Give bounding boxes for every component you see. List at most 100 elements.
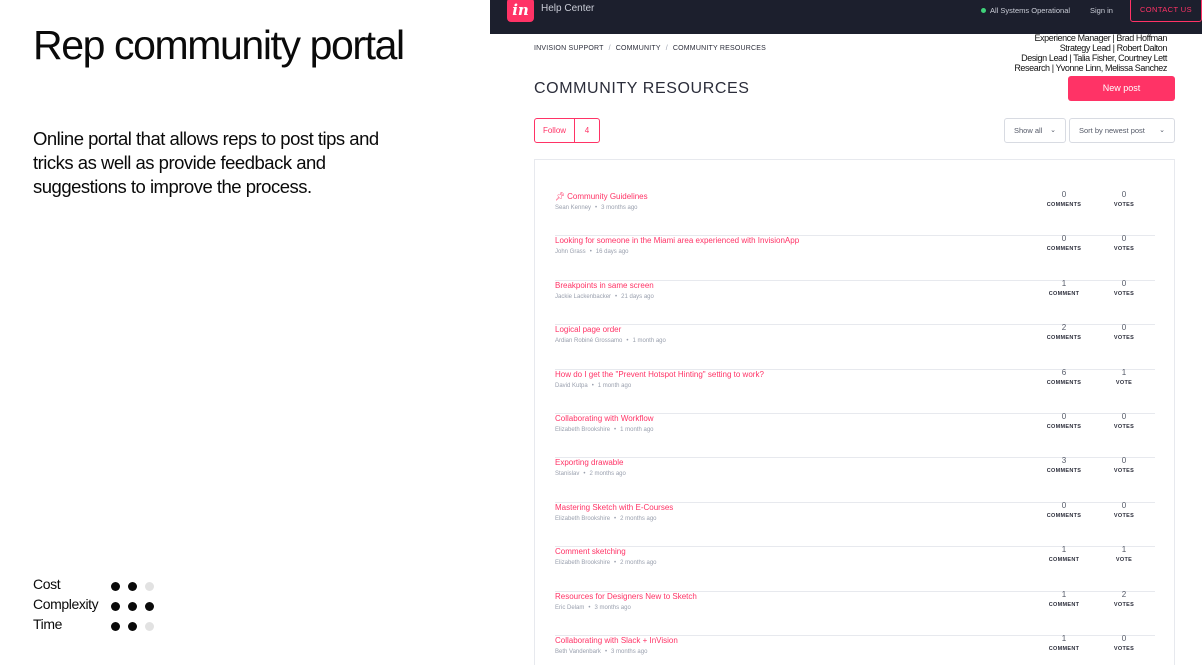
post-time: 3 months ago xyxy=(601,205,638,211)
post-title-link[interactable]: Looking for someone in the Miami area ex… xyxy=(555,236,799,245)
show-filter-value: Show all xyxy=(1014,126,1043,135)
sort-select[interactable]: Sort by newest post ⌄ xyxy=(1069,118,1175,143)
vote-count-value: 0 xyxy=(1121,500,1127,510)
post-time: 2 months ago xyxy=(620,560,657,567)
post-title-link[interactable]: Exporting drawable xyxy=(555,458,623,467)
meta-separator: • xyxy=(591,382,594,389)
comment-count-label: COMMENTS xyxy=(1046,335,1082,342)
vote-count: 0 VOTES xyxy=(1099,456,1149,474)
vote-count-label: VOTES xyxy=(1113,202,1135,208)
post-title: Looking for someone in the Miami area ex… xyxy=(555,236,800,246)
follow-button[interactable]: Follow 4 xyxy=(534,118,600,143)
vote-count: 0 VOTES xyxy=(1099,323,1149,341)
vote-count: 0 VOTES xyxy=(1099,279,1149,297)
credit-line: Design Lead | Talia Fisher, Courtney Let… xyxy=(1021,53,1167,63)
post-title-link[interactable]: Comment sketching xyxy=(555,547,626,556)
post-row[interactable]: Looking for someone in the Miami area ex… xyxy=(555,234,1155,281)
new-post-button[interactable]: New post xyxy=(1068,76,1175,101)
system-status[interactable]: All Systems Operational xyxy=(981,6,1070,15)
project-metrics: Cost Complexity Time xyxy=(33,574,154,634)
post-author[interactable]: Beth Vandenbark xyxy=(555,649,601,655)
post-title: Breakpoints in same screen xyxy=(555,280,654,290)
post-title-link[interactable]: Collaborating with Slack + InVision xyxy=(555,636,678,645)
post-time: 1 month ago xyxy=(632,338,666,345)
post-author[interactable]: Jackie Lackenbacker xyxy=(555,294,611,300)
vote-count: 0 VOTES xyxy=(1099,234,1149,252)
post-meta: Elizabeth Brookshire • 2 months ago xyxy=(555,560,657,566)
show-filter-select[interactable]: Show all ⌄ xyxy=(1004,118,1066,143)
post-title-link[interactable]: 📌︎ Community Guidelines xyxy=(555,192,648,201)
vote-count-label: VOTE xyxy=(1115,557,1133,564)
post-author[interactable]: Sean Kenney xyxy=(555,205,591,211)
post-title-link[interactable]: How do I get the "Prevent Hotspot Hintin… xyxy=(555,370,764,379)
post-title-link[interactable]: Breakpoints in same screen xyxy=(555,281,654,290)
post-row[interactable]: Collaborating with Slack + InVision Beth … xyxy=(555,634,1155,665)
invision-logo-icon[interactable]: in xyxy=(507,0,534,22)
credit-line: Experience Manager | Brad Hoffman xyxy=(1034,33,1167,43)
breadcrumb-item-community[interactable]: COMMUNITY xyxy=(616,45,661,52)
post-author[interactable]: Ardian Robiné Grossamo xyxy=(555,338,622,344)
sign-in-link[interactable]: Sign in xyxy=(1090,6,1113,15)
post-author[interactable]: Elizabeth Brookshire xyxy=(555,427,610,433)
post-meta: Elizabeth Brookshire • 2 months ago xyxy=(555,516,657,522)
vote-count-value: 0 xyxy=(1121,190,1127,199)
metric-row: Time xyxy=(33,614,154,634)
post-title: Mastering Sketch with E-Courses xyxy=(555,502,674,512)
breadcrumb-item-invision-support[interactable]: INVISION SUPPORT xyxy=(534,45,604,52)
post-row[interactable]: Exporting drawable Stanislav • 2 months ago… xyxy=(555,456,1155,503)
breadcrumb-item-community-resources[interactable]: COMMUNITY RESOURCES xyxy=(673,45,766,52)
post-title-link[interactable]: Logical page order xyxy=(555,325,621,334)
meta-separator: • xyxy=(626,338,629,345)
post-list: 📌︎ Community Guidelines Sean Kenney • 3 mont… xyxy=(534,159,1175,665)
post-row[interactable]: 📌︎ Community Guidelines Sean Kenney • 3 mont… xyxy=(555,190,1155,237)
post-author[interactable]: David Kutpa xyxy=(555,383,588,389)
project-description: Online portal that allows reps to post t… xyxy=(33,128,379,197)
post-author[interactable]: John Grass xyxy=(555,249,586,255)
post-row[interactable]: How do I get the "Prevent Hotspot Hintin… xyxy=(555,368,1155,414)
meta-separator: • xyxy=(604,649,608,655)
project-title: Rep community portal xyxy=(33,22,405,68)
post-title-link[interactable]: Mastering Sketch with E-Courses xyxy=(555,503,673,512)
vote-count-value: 0 xyxy=(1121,412,1127,421)
rating-dot-filled xyxy=(128,621,137,631)
comment-count-value: 1 xyxy=(1061,634,1067,643)
post-author[interactable]: Elizabeth Brookshire xyxy=(555,516,610,522)
project-description-panel: Rep community portal Online portal that … xyxy=(0,0,490,665)
vote-count-label: VOTES xyxy=(1113,290,1135,297)
post-row[interactable]: Breakpoints in same screen Jackie Lackenb… xyxy=(555,279,1155,326)
vote-count: 0 VOTES xyxy=(1099,412,1149,430)
post-title: Collaborating with Workflow xyxy=(555,414,654,423)
comment-count-value: 3 xyxy=(1061,456,1067,466)
post-title: Exporting drawable xyxy=(555,458,624,468)
meta-separator: • xyxy=(614,560,617,567)
post-row[interactable]: Collaborating with Workflow Elizabeth Bro… xyxy=(555,412,1155,459)
post-meta: Beth Vandenbark • 3 months ago xyxy=(555,649,647,655)
rating-dot-filled xyxy=(111,601,120,611)
post-author[interactable]: Elizabeth Brookshire xyxy=(555,560,610,566)
post-title: Community Guidelines xyxy=(567,192,648,201)
contact-us-button[interactable]: CONTACT US xyxy=(1130,0,1202,22)
post-title-link[interactable]: Collaborating with Workflow xyxy=(555,414,654,423)
vote-count-value: 0 xyxy=(1121,234,1127,244)
post-author[interactable]: Eric Delam xyxy=(555,605,584,611)
metric-label: Time xyxy=(33,616,62,632)
comment-count-value: 0 xyxy=(1061,234,1067,244)
post-title-link[interactable]: Resources for Designers New to Sketch xyxy=(555,592,697,601)
comment-count-label: COMMENT xyxy=(1048,290,1080,297)
post-row[interactable]: Mastering Sketch with E-Courses Elizabeth… xyxy=(555,500,1155,548)
vote-count-label: VOTES xyxy=(1113,646,1135,652)
vote-count-label: VOTES xyxy=(1113,246,1135,253)
post-author[interactable]: Stanislav xyxy=(555,471,579,477)
vote-count-label: VOTES xyxy=(1113,468,1135,475)
vote-count-value: 0 xyxy=(1121,634,1127,643)
chevron-down-icon: ⌄ xyxy=(1159,127,1165,134)
post-row[interactable]: Resources for Designers New to Sketch Eri… xyxy=(555,590,1155,636)
help-center-label[interactable]: Help Center xyxy=(541,3,594,14)
comment-count-value: 0 xyxy=(1061,500,1067,510)
credit-line: Research | Yvonne Linn, Melissa Sanchez xyxy=(1014,63,1167,73)
meta-separator: • xyxy=(614,427,617,433)
metric-rating xyxy=(111,581,154,591)
post-row[interactable]: Comment sketching Elizabeth Brookshire • 2 … xyxy=(555,545,1155,592)
post-row[interactable]: Logical page order Ardian Robiné Grossamo… xyxy=(555,323,1155,370)
breadcrumb: INVISION SUPPORT / COMMUNITY / COMMUNITY RES… xyxy=(534,45,766,52)
